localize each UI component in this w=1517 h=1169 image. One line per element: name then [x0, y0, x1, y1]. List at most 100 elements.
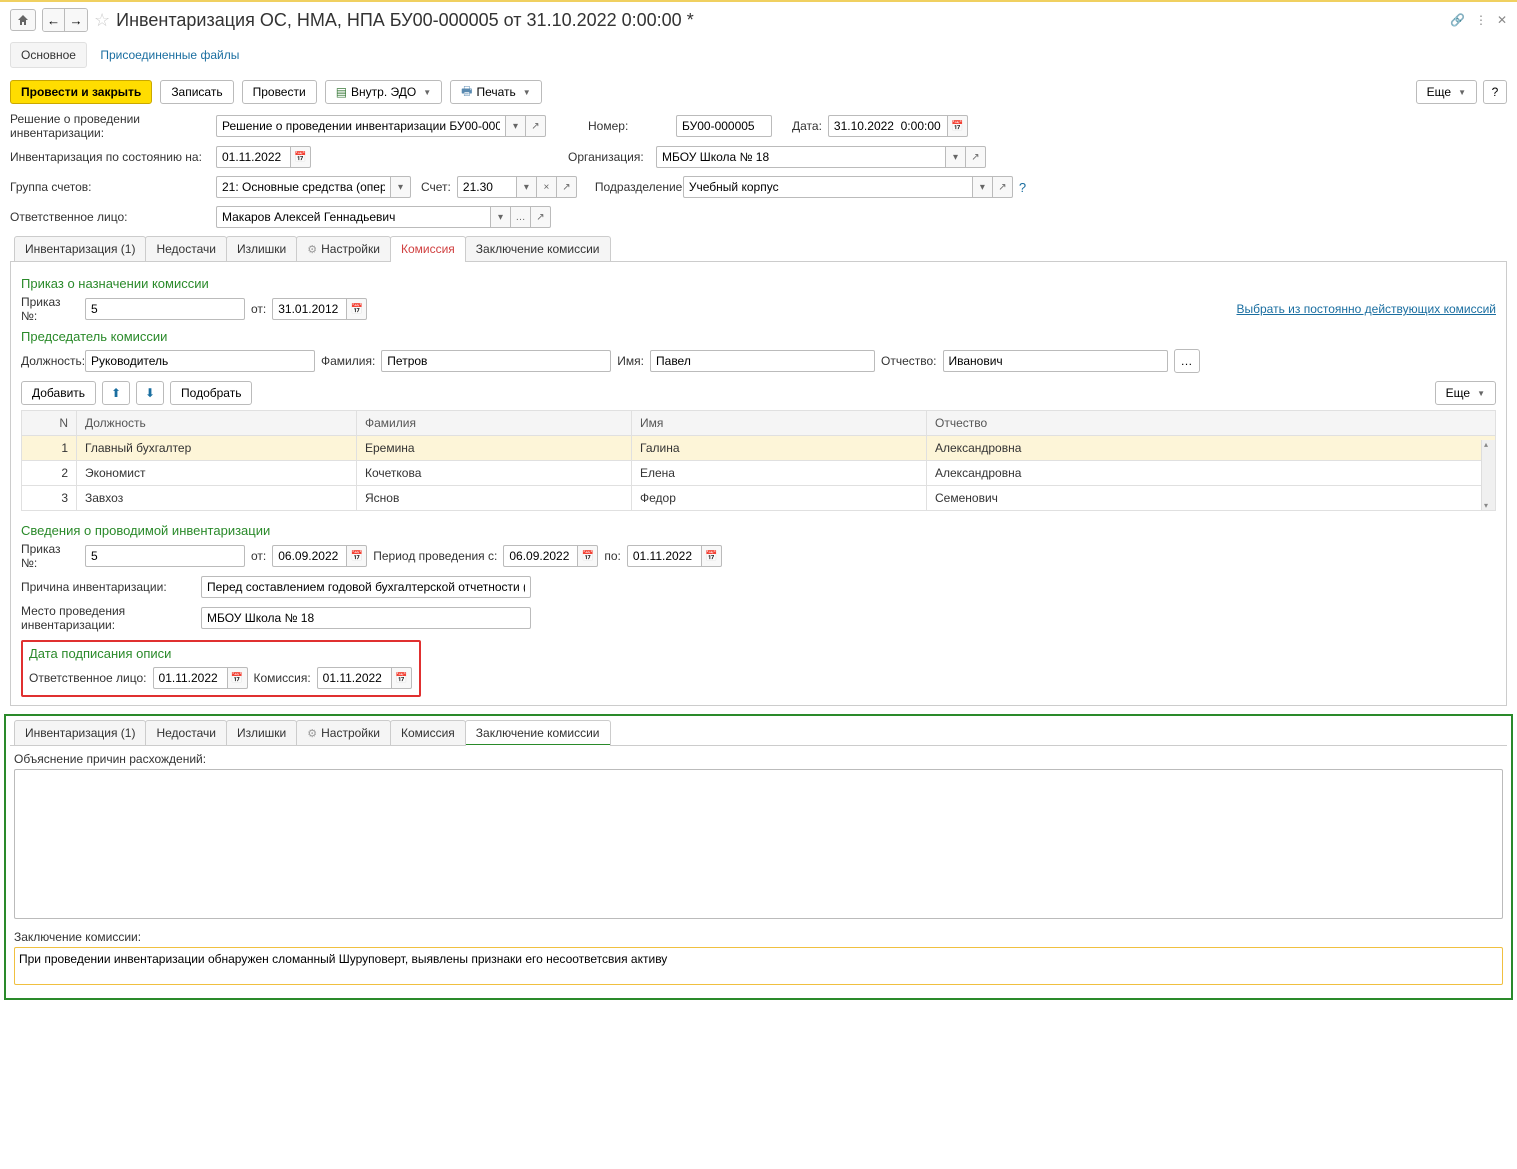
dropdown-icon[interactable]: ▾	[391, 176, 411, 198]
print-button[interactable]: 🖶Печать▼	[450, 80, 542, 104]
help-icon[interactable]: ?	[1019, 180, 1026, 195]
open-icon[interactable]: ↗	[966, 146, 986, 168]
move-up-button[interactable]: ⬆	[102, 381, 130, 405]
close-icon[interactable]: ✕	[1497, 13, 1507, 27]
surname-label: Фамилия:	[321, 354, 375, 368]
tab2-shortage[interactable]: Недостачи	[145, 720, 226, 745]
tab-commission[interactable]: Комиссия	[390, 236, 466, 261]
tab2-surplus[interactable]: Излишки	[226, 720, 297, 745]
printer-icon: 🖶	[461, 82, 472, 103]
info-order-no-input[interactable]	[85, 545, 245, 567]
table-row[interactable]: 3ЗавхозЯсновФедорСеменович	[22, 486, 1496, 511]
nav-back-forward[interactable]: ← →	[42, 8, 88, 32]
link-icon[interactable]: 🔗	[1450, 13, 1465, 27]
dropdown-icon[interactable]: ▾	[946, 146, 966, 168]
open-icon[interactable]: ↗	[526, 115, 546, 137]
tab2-settings[interactable]: ⚙Настройки	[296, 720, 391, 745]
post-and-close-button[interactable]: Провести и закрыть	[10, 80, 152, 104]
help-button[interactable]: ?	[1483, 80, 1507, 104]
calendar-icon[interactable]: 📅	[702, 545, 722, 567]
select-permanent-link[interactable]: Выбрать из постоянно действующих комисси…	[1237, 302, 1497, 316]
number-input[interactable]	[676, 115, 772, 137]
name-label: Имя:	[617, 354, 644, 368]
place-input[interactable]	[201, 607, 531, 629]
tab-conclusion[interactable]: Заключение комиссии	[465, 236, 611, 261]
open-icon[interactable]: ↗	[993, 176, 1013, 198]
period-from-input[interactable]	[503, 545, 578, 567]
order-no-input[interactable]	[85, 298, 245, 320]
sign-comm-input[interactable]	[317, 667, 392, 689]
calendar-icon[interactable]: 📅	[347, 545, 367, 567]
pick-button[interactable]: Подобрать	[170, 381, 252, 405]
move-down-button[interactable]: ⬇	[136, 381, 164, 405]
dept-input[interactable]	[683, 176, 973, 198]
calendar-icon[interactable]: 📅	[291, 146, 311, 168]
table-more-button[interactable]: Еще▼	[1435, 381, 1496, 405]
group-input[interactable]	[216, 176, 391, 198]
top-tab-main[interactable]: Основное	[10, 42, 87, 68]
gear-icon: ⚙	[307, 727, 317, 740]
sign-resp-input[interactable]	[153, 667, 228, 689]
dropdown-icon[interactable]: ▾	[491, 206, 511, 228]
calendar-icon[interactable]: 📅	[578, 545, 598, 567]
col-patronymic: Отчество	[927, 411, 1496, 436]
discrepancy-textarea[interactable]	[14, 769, 1503, 919]
calendar-icon[interactable]: 📅	[948, 115, 968, 137]
org-label: Организация:	[568, 150, 650, 164]
tab2-conclusion[interactable]: Заключение комиссии	[465, 720, 611, 745]
reason-input[interactable]	[201, 576, 531, 598]
surname-input[interactable]	[381, 350, 611, 372]
edo-button[interactable]: ▤Внутр. ЭДО▼	[325, 80, 442, 104]
date-label: Дата:	[792, 119, 822, 133]
calendar-icon[interactable]: 📅	[228, 667, 248, 689]
place-label: Место проведения инвентаризации:	[21, 604, 195, 632]
post-button[interactable]: Провести	[242, 80, 317, 104]
org-input[interactable]	[656, 146, 946, 168]
decision-input[interactable]	[216, 115, 506, 137]
top-tab-files[interactable]: Присоединенные файлы	[90, 43, 249, 67]
table-row[interactable]: 1Главный бухгалтерЕреминаГалинаАлександр…	[22, 436, 1496, 461]
menu-dots-icon[interactable]: ⋮	[1475, 13, 1487, 27]
favorite-star-icon[interactable]: ☆	[94, 10, 110, 31]
conclusion-textarea[interactable]	[14, 947, 1503, 985]
table-scrollbar[interactable]	[1481, 440, 1495, 510]
tab-surplus[interactable]: Излишки	[226, 236, 297, 261]
ellipsis-button[interactable]: …	[1174, 349, 1200, 373]
tab-inventory[interactable]: Инвентаризация (1)	[14, 236, 146, 261]
order-no-label: Приказ №:	[21, 295, 79, 323]
more-button[interactable]: Еще▼	[1416, 80, 1477, 104]
add-button[interactable]: Добавить	[21, 381, 96, 405]
dropdown-icon[interactable]: ▾	[506, 115, 526, 137]
back-button[interactable]: ←	[43, 9, 65, 31]
resp-input[interactable]	[216, 206, 491, 228]
dropdown-icon[interactable]: ▾	[973, 176, 993, 198]
tab2-inventory[interactable]: Инвентаризация (1)	[14, 720, 146, 745]
patronymic-label: Отчество:	[881, 354, 937, 368]
open-icon[interactable]: ↗	[557, 176, 577, 198]
calendar-icon[interactable]: 📅	[392, 667, 412, 689]
asof-input[interactable]	[216, 146, 291, 168]
tab-shortage[interactable]: Недостачи	[145, 236, 226, 261]
save-button[interactable]: Записать	[160, 80, 233, 104]
clear-icon[interactable]: ×	[537, 176, 557, 198]
position-input[interactable]	[85, 350, 315, 372]
date-input[interactable]	[828, 115, 948, 137]
forward-button[interactable]: →	[65, 9, 87, 31]
ellipsis-icon[interactable]: …	[511, 206, 531, 228]
patronymic-input[interactable]	[943, 350, 1168, 372]
tab-settings[interactable]: ⚙Настройки	[296, 236, 391, 261]
tab2-commission[interactable]: Комиссия	[390, 720, 466, 745]
home-button[interactable]	[10, 9, 36, 31]
decision-label: Решение о проведении инвентаризации:	[10, 112, 210, 140]
commission-table[interactable]: N Должность Фамилия Имя Отчество 1Главны…	[21, 410, 1496, 511]
table-row[interactable]: 2ЭкономистКочетковаЕленаАлександровна	[22, 461, 1496, 486]
name-input[interactable]	[650, 350, 875, 372]
dropdown-icon[interactable]: ▾	[517, 176, 537, 198]
calendar-icon[interactable]: 📅	[347, 298, 367, 320]
account-input[interactable]	[457, 176, 517, 198]
period-to-label: по:	[604, 549, 621, 563]
period-to-input[interactable]	[627, 545, 702, 567]
info-from-input[interactable]	[272, 545, 347, 567]
open-icon[interactable]: ↗	[531, 206, 551, 228]
order-date-input[interactable]	[272, 298, 347, 320]
